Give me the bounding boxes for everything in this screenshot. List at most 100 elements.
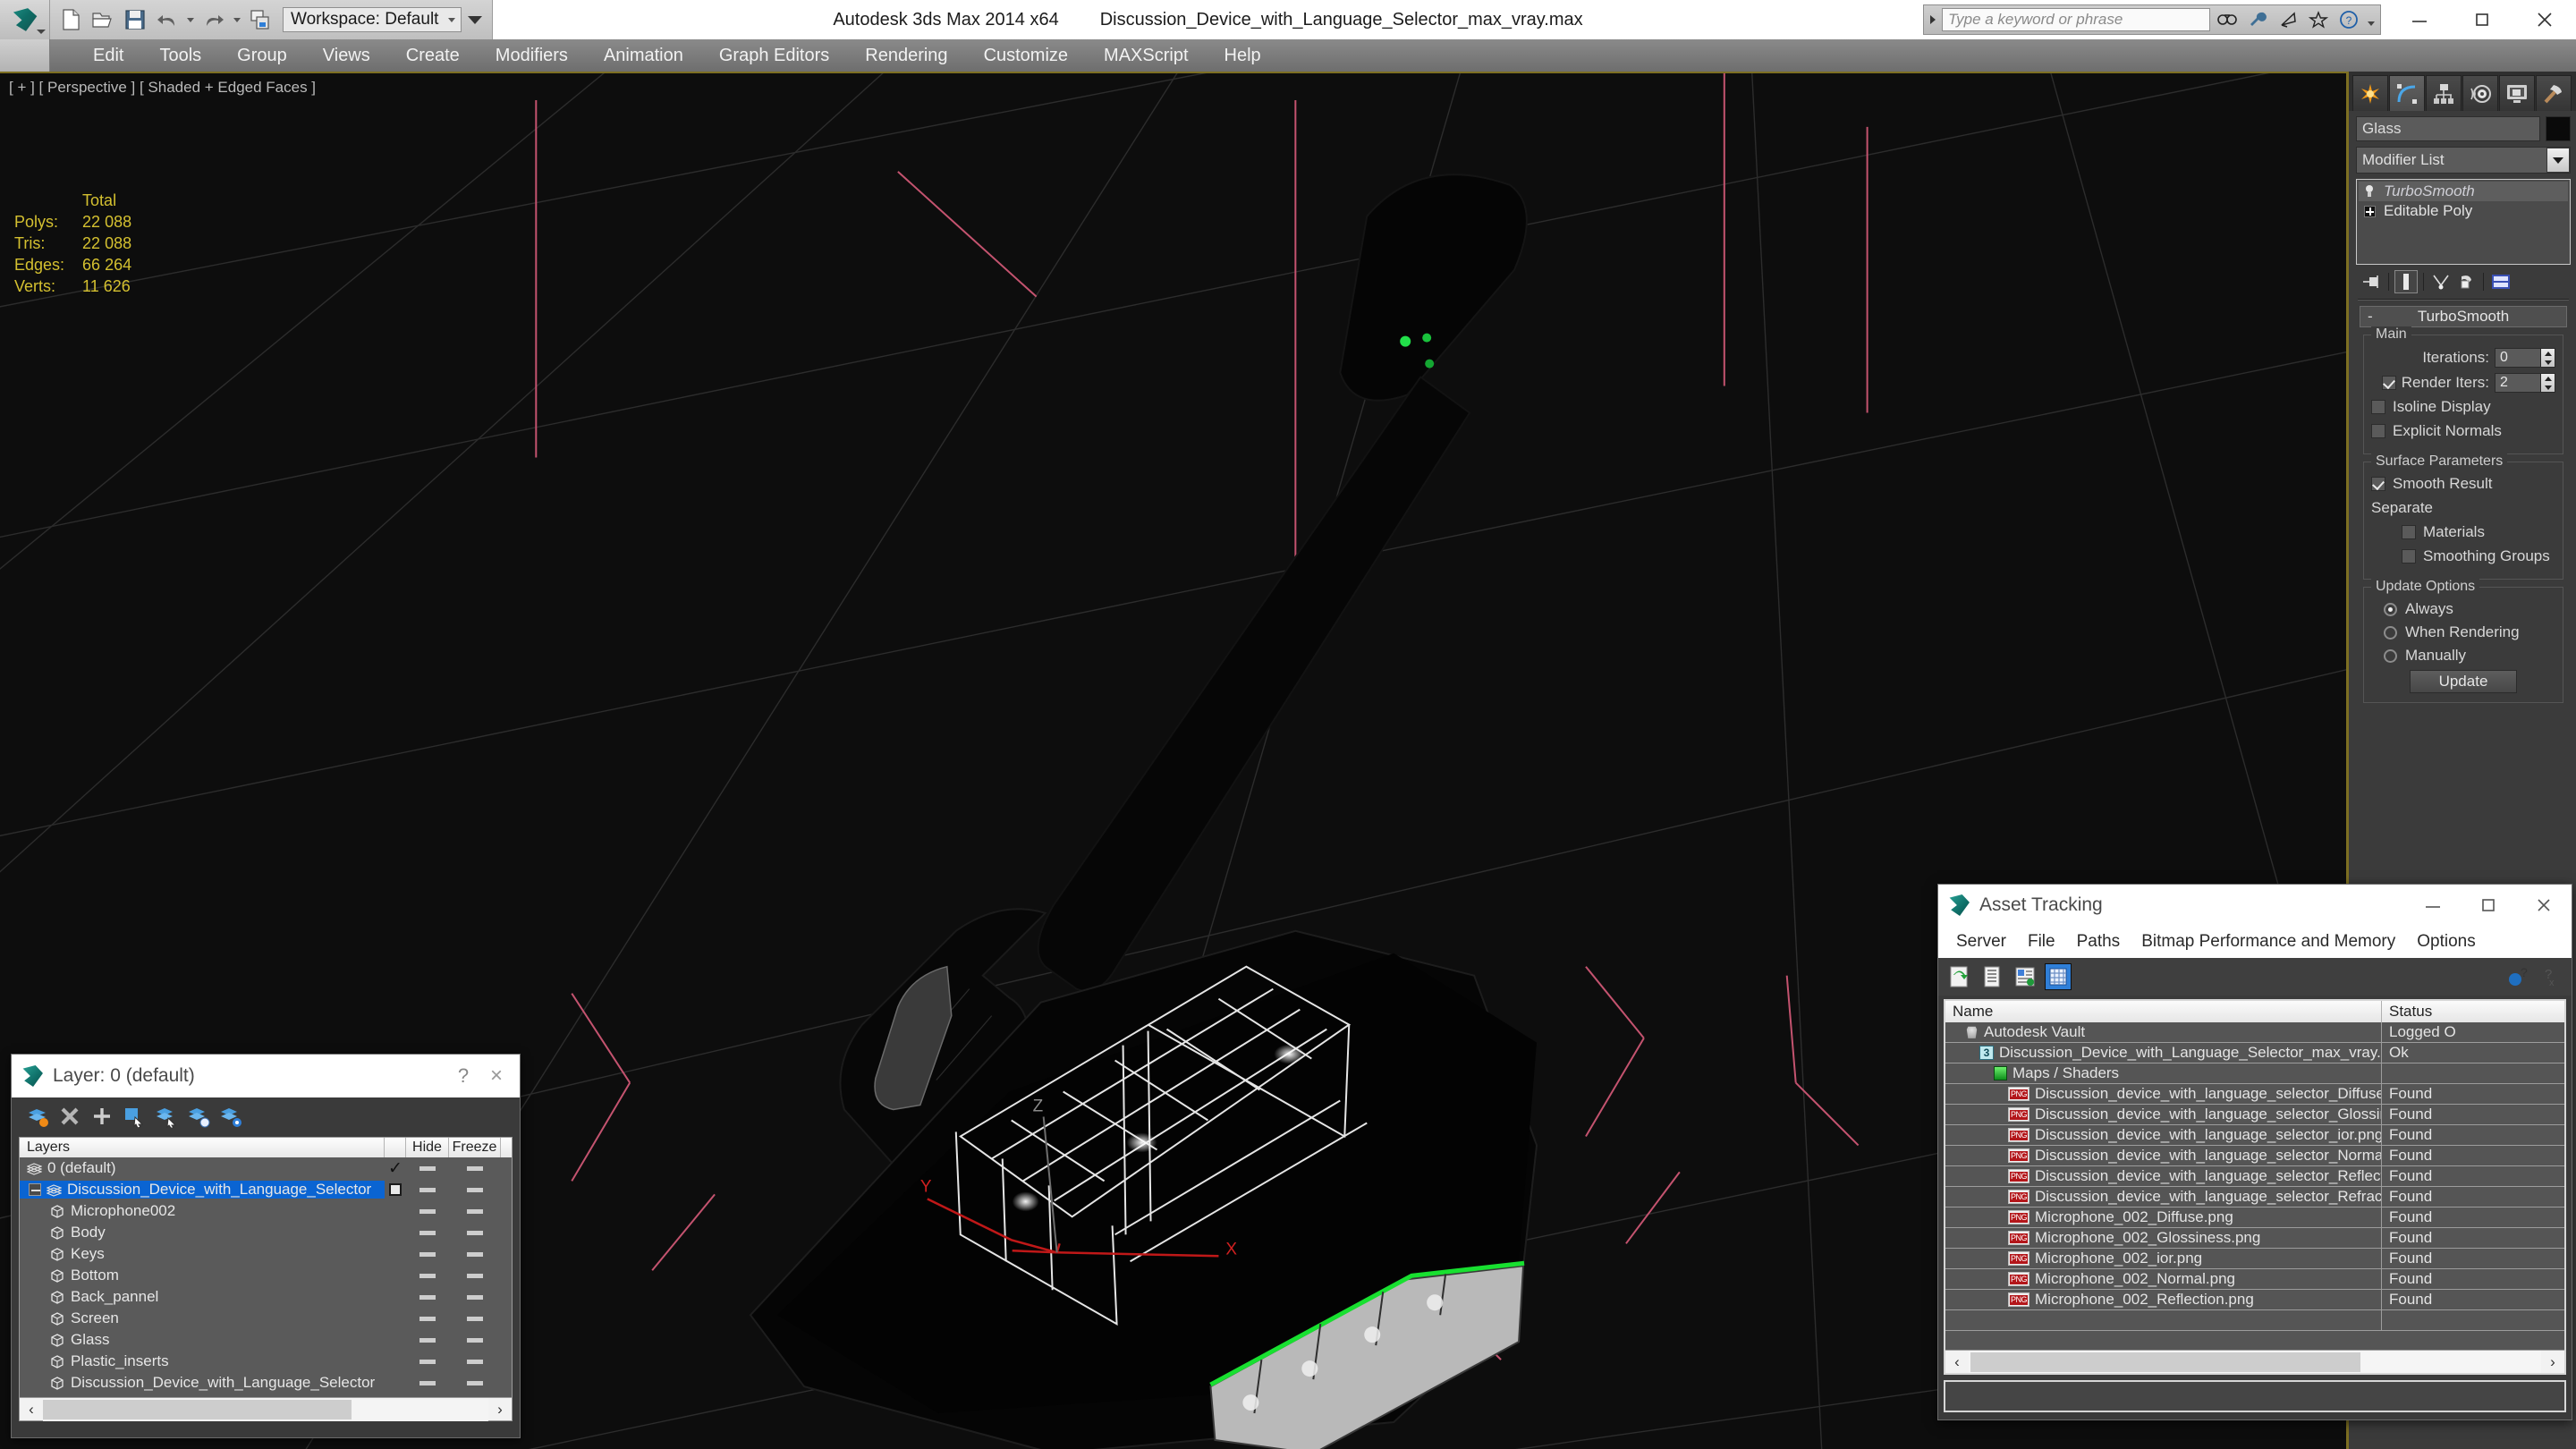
help-icon[interactable]: ? <box>2504 963 2531 990</box>
asset-name-cell[interactable]: PNG Discussion_device_with_language_selec… <box>1945 1083 2382 1105</box>
asset-menu-paths[interactable]: Paths <box>2066 932 2131 952</box>
smooth-result-row[interactable]: Smooth Result <box>2371 475 2555 493</box>
render-iters-checkbox[interactable] <box>2381 376 2396 390</box>
redo-icon[interactable] <box>199 4 229 35</box>
layer-hide-cell[interactable] <box>406 1273 449 1278</box>
scroll-thumb[interactable] <box>43 1399 352 1419</box>
layer-name-cell[interactable]: Microphone002 <box>20 1202 385 1220</box>
modifier-stack-item-editable-poly[interactable]: Editable Poly <box>2359 201 2568 221</box>
create-new-layer-icon[interactable] <box>89 1103 115 1130</box>
modify-tab[interactable] <box>2389 75 2425 111</box>
asset-row[interactable] <box>1945 1309 2564 1331</box>
asset-menu-file[interactable]: File <box>2017 932 2066 952</box>
details-view-icon[interactable] <box>2012 963 2038 990</box>
asset-row[interactable]: PNG Discussion_device_with_language_selec… <box>1945 1186 2564 1208</box>
layer-hide-cell[interactable] <box>406 1230 449 1235</box>
asset-row[interactable]: PNG Discussion_device_with_language_selec… <box>1945 1124 2564 1146</box>
asset-menu-bitmap-performance-and-memory[interactable]: Bitmap Performance and Memory <box>2131 932 2406 952</box>
asset-name-cell[interactable]: PNG Discussion_device_with_language_selec… <box>1945 1124 2382 1146</box>
layer-name-cell[interactable]: Body <box>20 1224 385 1241</box>
collapse-icon[interactable] <box>29 1183 41 1196</box>
spinner-arrows-icon[interactable] <box>2541 373 2555 393</box>
asset-name-cell[interactable]: PNG Microphone_002_Diffuse.png <box>1945 1207 2382 1228</box>
layer-hide-cell[interactable] <box>406 1187 449 1192</box>
current-layer-check-icon[interactable]: ✓ <box>388 1160 402 1177</box>
menu-item-group[interactable]: Group <box>219 39 305 72</box>
satellite-dish-icon[interactable] <box>2275 7 2301 32</box>
smooth-result-checkbox[interactable] <box>2371 477 2385 491</box>
menu-item-rendering[interactable]: Rendering <box>847 39 965 72</box>
layer-freeze-cell[interactable] <box>449 1273 501 1278</box>
chevron-down-icon[interactable] <box>2546 148 2570 173</box>
undo-icon[interactable] <box>152 4 182 35</box>
layer-freeze-cell[interactable] <box>449 1316 501 1321</box>
current-layer-box-icon[interactable] <box>389 1183 402 1196</box>
layer-name-cell[interactable]: Bottom <box>20 1267 385 1284</box>
layer-list-hscrollbar[interactable]: ‹ › <box>20 1397 512 1421</box>
search-icon[interactable] <box>2214 7 2241 32</box>
layer-freeze-cell[interactable] <box>449 1294 501 1300</box>
asset-name-cell[interactable]: PNG Microphone_002_Glossiness.png <box>1945 1227 2382 1249</box>
layer-properties-icon[interactable] <box>217 1103 244 1130</box>
layer-row[interactable]: Microphone002 <box>20 1200 512 1222</box>
modifier-stack[interactable]: TurboSmooth Editable Poly <box>2356 179 2571 265</box>
save-file-icon[interactable] <box>120 4 150 35</box>
close-button[interactable] <box>2513 0 2576 39</box>
motion-tab[interactable] <box>2462 75 2498 111</box>
menu-item-animation[interactable]: Animation <box>586 39 701 72</box>
layer-freeze-cell[interactable] <box>449 1380 501 1385</box>
open-file-icon[interactable] <box>88 4 118 35</box>
refresh-icon[interactable] <box>1945 963 1972 990</box>
scroll-left-icon[interactable]: ‹ <box>20 1398 43 1421</box>
layer-current-cell[interactable]: ✓ <box>385 1160 406 1177</box>
asset-name-cell[interactable]: Autodesk Vault <box>1945 1021 2382 1043</box>
layer-name-cell[interactable]: Glass <box>20 1331 385 1349</box>
layer-hide-cell[interactable] <box>406 1337 449 1343</box>
layer-name-cell[interactable]: Keys <box>20 1245 385 1263</box>
layer-freeze-cell[interactable] <box>449 1359 501 1364</box>
configure-modifier-sets-icon[interactable] <box>2489 270 2512 293</box>
asset-name-cell[interactable] <box>1945 1309 2382 1331</box>
asset-row[interactable]: PNG Discussion_device_with_language_selec… <box>1945 1104 2564 1125</box>
list-view-icon[interactable] <box>1979 963 2005 990</box>
scroll-right-icon[interactable]: › <box>2541 1351 2564 1374</box>
smoothing-groups-checkbox[interactable] <box>2402 549 2416 564</box>
always-radio[interactable] <box>2384 602 2397 616</box>
menu-item-maxscript[interactable]: MAXScript <box>1086 39 1206 72</box>
materials-row[interactable]: Materials <box>2371 523 2555 541</box>
explicit-normals-checkbox[interactable] <box>2371 424 2385 438</box>
asset-row[interactable]: PNG Microphone_002_Reflection.png Found <box>1945 1289 2564 1310</box>
grid-view-icon[interactable] <box>2045 963 2072 990</box>
asset-name-cell[interactable]: PNG Microphone_002_Normal.png <box>1945 1268 2382 1290</box>
scroll-thumb[interactable] <box>1970 1352 2360 1372</box>
when-rendering-radio[interactable] <box>2384 625 2397 640</box>
asset-row[interactable]: PNG Discussion_device_with_language_selec… <box>1945 1083 2564 1105</box>
always-row[interactable]: Always <box>2371 600 2555 618</box>
when-rendering-row[interactable]: When Rendering <box>2371 623 2555 641</box>
layer-freeze-cell[interactable] <box>449 1208 501 1214</box>
hierarchy-tab[interactable] <box>2426 75 2462 111</box>
asset-row[interactable]: PNG Discussion_device_with_language_selec… <box>1945 1165 2564 1187</box>
layer-row[interactable]: Discussion_Device_with_Language_Selector <box>20 1372 512 1394</box>
asset-name-cell[interactable]: PNG Discussion_device_with_language_selec… <box>1945 1186 2382 1208</box>
menu-item-views[interactable]: Views <box>305 39 388 72</box>
asset-row[interactable]: Autodesk Vault Logged O <box>1945 1021 2564 1043</box>
make-layer-current-icon[interactable] <box>24 1103 51 1130</box>
layer-row[interactable]: Discussion_Device_with_Language_Selector <box>20 1179 512 1200</box>
collapse-icon[interactable]: - <box>2368 308 2373 326</box>
modifier-list-dropdown[interactable]: Modifier List <box>2356 147 2571 174</box>
redo-dropdown-icon[interactable] <box>231 4 243 35</box>
layer-hide-cell[interactable] <box>406 1316 449 1321</box>
help-icon[interactable]: ? <box>2335 7 2362 32</box>
close-button[interactable] <box>2516 885 2572 926</box>
isoline-display-checkbox[interactable] <box>2371 400 2385 414</box>
pin-stack-icon[interactable] <box>2360 270 2383 293</box>
manually-row[interactable]: Manually <box>2371 647 2555 665</box>
render-iters-spinner[interactable]: 2 <box>2495 373 2555 393</box>
smoothing-groups-row[interactable]: Smoothing Groups <box>2371 547 2555 565</box>
maximize-button[interactable] <box>2451 0 2513 39</box>
menu-item-tools[interactable]: Tools <box>141 39 219 72</box>
layer-freeze-cell[interactable] <box>449 1187 501 1192</box>
layer-row[interactable]: Bottom <box>20 1265 512 1286</box>
iterations-value[interactable]: 0 <box>2495 348 2541 368</box>
